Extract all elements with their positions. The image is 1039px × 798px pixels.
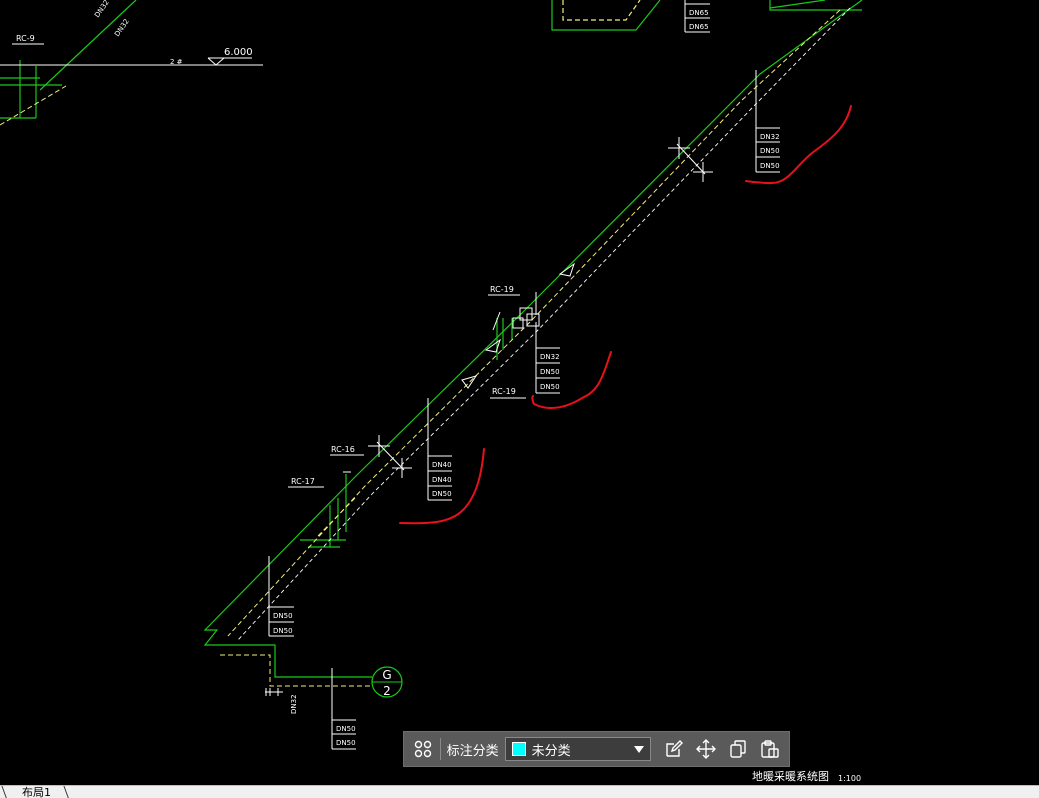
axis-number: 2: [383, 684, 391, 698]
dn-mid-3: DN50: [540, 383, 560, 391]
dn-bottom-a-1: DN50: [273, 612, 293, 620]
pipe-label-rc9: RC-9: [16, 34, 35, 43]
drawing-scale: 1:100: [838, 774, 861, 783]
dn-upper-3: DN50: [760, 162, 780, 170]
dn-low-3: DN50: [432, 490, 452, 498]
pipe-label-rc17: RC-17: [291, 477, 315, 486]
toolbar-divider: [439, 738, 441, 760]
dn-top-right-2: DN65: [689, 23, 709, 31]
dn-mid-1: DN32: [540, 353, 560, 361]
grid-axis-bubble: G 2: [371, 666, 403, 698]
pipe-label-rc16: RC-16: [331, 445, 355, 454]
chevron-down-icon: [634, 745, 644, 753]
edit-icon[interactable]: [661, 736, 687, 762]
axis-letter: G: [382, 668, 391, 682]
annotation-category-select[interactable]: 未分类: [504, 737, 651, 761]
supply-pipe-run: [0, 0, 863, 678]
return-pipe-run: [0, 9, 841, 687]
dimension-tag: 2 #: [170, 58, 183, 66]
layout-tab-bar: 布局1: [0, 785, 1039, 798]
dn-bottom-b-2: DN50: [336, 739, 356, 747]
annotation-toolbar: 标注分类 未分类: [403, 731, 790, 767]
dn-bottom-b-1: DN50: [336, 725, 356, 733]
toolbar-actions: [661, 736, 783, 762]
dn-mid-2: DN50: [540, 368, 560, 376]
dn-upper-2: DN50: [760, 147, 780, 155]
copy-icon[interactable]: [725, 736, 751, 762]
dn-bottom-a-2: DN50: [273, 627, 293, 635]
dn-top-left-b: DN32: [113, 18, 131, 39]
red-markup-annotations: [399, 105, 852, 525]
category-selected-value: 未分类: [531, 743, 571, 759]
annotation-category-label: 标注分类: [446, 743, 499, 759]
dn-low-2: DN40: [432, 476, 452, 484]
category-color-swatch: [511, 742, 526, 756]
move-icon[interactable]: [693, 736, 719, 762]
cad-drawing-canvas[interactable]: G 2 RC-9 RC-16 RC-17 RC-19 RC-19 6.000 2…: [0, 0, 1039, 785]
tab-right-edge: [63, 786, 70, 798]
valve-symbols: [343, 137, 713, 478]
pipe-label-rc19-top: RC-19: [490, 285, 514, 294]
dn-top-right-1: DN65: [689, 9, 709, 17]
paste-icon[interactable]: [757, 736, 783, 762]
drawing-title: 地暖采暖系统图: [752, 770, 829, 783]
dn-top-left-a: DN32: [93, 0, 111, 19]
tab-layout1[interactable]: 布局1: [22, 787, 51, 798]
pipe-label-rc19-bottom: RC-19: [492, 387, 516, 396]
leader-lines: [0, 0, 780, 750]
dn-low-1: DN40: [432, 461, 452, 469]
grid-apps-icon[interactable]: [410, 736, 436, 762]
dn-vertical: DN32: [290, 694, 298, 714]
drawing-text: RC-9 RC-16 RC-17 RC-19 RC-19 6.000 2 # D…: [16, 0, 861, 783]
tab-left-edge: [1, 786, 8, 798]
level-mark: 6.000: [224, 47, 253, 58]
dn-upper-1: DN32: [760, 133, 780, 141]
